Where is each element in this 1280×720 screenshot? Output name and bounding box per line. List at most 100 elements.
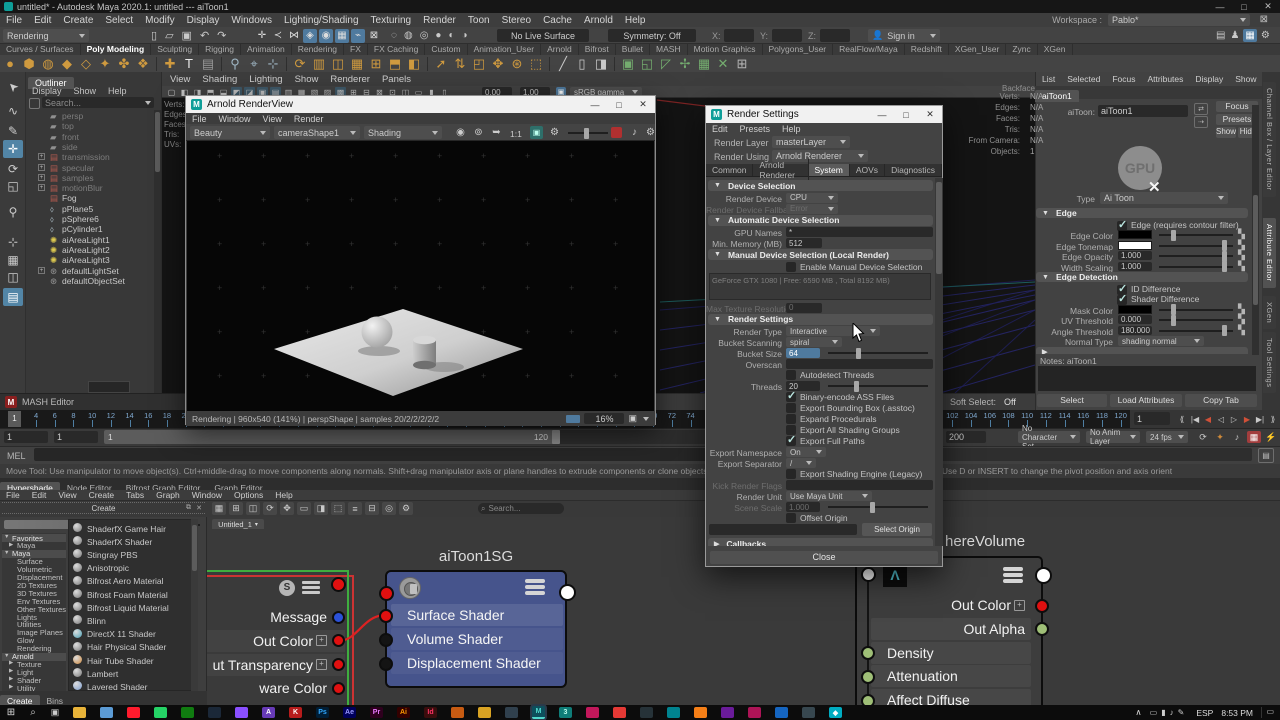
- hypershade-toolbar-icon[interactable]: ◫: [246, 502, 260, 515]
- snap-icon[interactable]: ◉: [319, 28, 333, 43]
- menu-item-display[interactable]: Display: [1189, 74, 1229, 84]
- menu-item-edit[interactable]: Edit: [28, 15, 57, 26]
- symmetry-field[interactable]: Symmetry: Off: [608, 29, 696, 42]
- sign-in-button[interactable]: 👤 Sign in: [868, 29, 940, 42]
- rs-section-automatic-device-selection[interactable]: ▼ Automatic Device Selection: [708, 214, 933, 226]
- taskbar-app-icon[interactable]: [127, 707, 140, 718]
- maximize-button[interactable]: □: [1232, 0, 1256, 13]
- ae-slider-mask-color[interactable]: [1159, 304, 1233, 315]
- ae-button-select[interactable]: Select: [1037, 394, 1107, 407]
- shelf-tab-polygons-user[interactable]: Polygons_User: [763, 44, 834, 55]
- rv-close-button[interactable]: ✕: [631, 96, 655, 113]
- current-frame-indicator[interactable]: 1: [8, 411, 21, 427]
- toolbar-icon[interactable]: ⚙: [1260, 30, 1271, 41]
- menu-item-options[interactable]: Options: [228, 490, 269, 500]
- render-settings-titlebar[interactable]: M Render Settings — □ ✕: [706, 106, 942, 123]
- aov-selector[interactable]: Beauty: [190, 126, 270, 139]
- rs-dropdown-render-device-fallback[interactable]: Error: [786, 203, 838, 214]
- outliner-item-pcylinder1[interactable]: pCylinder1: [62, 224, 103, 234]
- rs-checkbox-expand-procedurals[interactable]: [786, 414, 796, 424]
- node-header-port[interactable]: [379, 586, 394, 601]
- shelf-item-icon[interactable]: ➚: [433, 56, 449, 72]
- ae-slider-uv-threshold[interactable]: [1159, 314, 1233, 326]
- ae-slider-edge-tonemap[interactable]: [1159, 240, 1233, 251]
- shelf-item-icon[interactable]: ⬚: [528, 56, 544, 72]
- shelf-item-icon[interactable]: ⇅: [452, 56, 468, 72]
- shelf-item-icon[interactable]: ◱: [639, 56, 655, 72]
- outliner-tab[interactable]: Outliner: [28, 73, 74, 89]
- ae-color-swatch-edge-color[interactable]: [1118, 230, 1152, 239]
- material-item-layered-shader[interactable]: Layered Shader: [87, 682, 148, 690]
- workspace-lock-icon[interactable]: ⊠: [1260, 14, 1268, 25]
- snapshot-camera-icon[interactable]: ▣: [628, 413, 637, 424]
- tree-item-utility[interactable]: Utility: [17, 684, 35, 691]
- tree-arrow[interactable]: ▶: [9, 542, 13, 548]
- menu-item-edit[interactable]: Edit: [706, 124, 734, 134]
- hypershade-toolbar-icon[interactable]: ▭: [297, 502, 311, 515]
- menu-item-presets[interactable]: Presets: [734, 124, 777, 134]
- menu-item-cache[interactable]: Cache: [537, 15, 578, 26]
- shelf-tab-curves-surfaces[interactable]: Curves / Surfaces: [0, 44, 81, 55]
- outliner-item-motionblur[interactable]: motionBlur: [62, 183, 103, 193]
- shelf-item-icon[interactable]: ▥: [311, 56, 327, 72]
- ae-type-selector[interactable]: Ai Toon: [1100, 192, 1228, 204]
- shelf-tab-bullet[interactable]: Bullet: [616, 44, 651, 55]
- taskbar-app-icon[interactable]: 3: [559, 707, 572, 718]
- layout-panel[interactable]: ▤: [3, 288, 23, 306]
- expand-port-button[interactable]: +: [316, 635, 327, 647]
- shelf-item-icon[interactable]: ⚲: [227, 56, 243, 72]
- taskbar-app-icon[interactable]: ◆: [829, 707, 842, 718]
- tree-arrow[interactable]: ▼: [4, 534, 9, 540]
- menu-item-selected[interactable]: Selected: [1061, 74, 1106, 84]
- taskbar-app-icon[interactable]: Ps: [316, 707, 329, 718]
- playback-button[interactable]: ⟫: [1267, 412, 1279, 426]
- shelf-item-icon[interactable]: ◫: [330, 56, 346, 72]
- node-port[interactable]: [379, 608, 393, 623]
- task-view-icon[interactable]: ▣: [44, 705, 66, 720]
- taskbar-app-icon[interactable]: [451, 707, 464, 718]
- menu-item-display[interactable]: Display: [26, 86, 68, 96]
- taskbar-app-icon[interactable]: [613, 707, 626, 718]
- range-option-icon[interactable]: ✦: [1213, 431, 1227, 443]
- ae-field-angle-threshold[interactable]: 180.000: [1118, 325, 1152, 335]
- outliner-scrollbar[interactable]: [154, 110, 161, 393]
- material-item-lambert[interactable]: Lambert: [87, 669, 118, 679]
- display-mode-selector[interactable]: Shading: [364, 126, 442, 139]
- node-attr-density[interactable]: Density: [887, 642, 934, 664]
- node-port[interactable]: [332, 610, 345, 624]
- ae-map-button-angle-threshold[interactable]: ▚: [1238, 325, 1248, 335]
- node-attr-displacement-shader[interactable]: Displacement Shader: [407, 652, 541, 674]
- tree-arrow[interactable]: ▼: [4, 653, 9, 659]
- node-attr-out-alpha[interactable]: Out Alpha: [897, 618, 1026, 640]
- menu-item-graph[interactable]: Graph: [150, 490, 186, 500]
- material-item-bifrost-liquid-material[interactable]: Bifrost Liquid Material: [87, 603, 169, 613]
- rs-checkbox-autodetect-threads[interactable]: [786, 370, 796, 380]
- menu-item-file[interactable]: File: [0, 15, 28, 26]
- menu-item-tabs[interactable]: Tabs: [120, 490, 150, 500]
- menu-item-arnold[interactable]: Arnold: [578, 15, 619, 26]
- toolbar-icon[interactable]: ♟: [1229, 30, 1240, 41]
- node-attr-surface-shader[interactable]: Surface Shader: [407, 604, 504, 626]
- mash-editor-titlebar[interactable]: M MASH Editor: [0, 393, 185, 410]
- render-settings-window[interactable]: M Render Settings — □ ✕ Edit Presets Help …: [705, 105, 943, 567]
- shelf-item-icon[interactable]: ✕: [715, 56, 731, 72]
- shelf-item-icon[interactable]: ◇: [78, 56, 94, 72]
- ae-button-copy-tab[interactable]: Copy Tab: [1185, 394, 1257, 407]
- node-header-port[interactable]: [331, 577, 346, 592]
- toolbar-icon[interactable]: ▯: [150, 29, 158, 42]
- menu-item-panels[interactable]: Panels: [376, 74, 417, 85]
- rs-slider-bucket-size[interactable]: [828, 347, 928, 359]
- shelf-item-icon[interactable]: ▤: [200, 56, 216, 72]
- taskbar-app-icon[interactable]: Id: [424, 707, 437, 718]
- hypershade-toolbar-icon[interactable]: ⟳: [263, 502, 277, 515]
- ae-checkbox-edge-requires-contour-filter-[interactable]: [1117, 218, 1127, 231]
- anim-start-field[interactable]: 1: [4, 431, 48, 443]
- material-list-scrollbar[interactable]: [191, 519, 198, 691]
- shelf-item-icon[interactable]: ⊹: [265, 56, 281, 72]
- snap-icon[interactable]: ✛: [255, 29, 269, 43]
- menu-item-create[interactable]: Create: [83, 490, 121, 500]
- menu-item-file[interactable]: File: [0, 490, 26, 500]
- ae-dropdown-normal-type[interactable]: shading normal: [1118, 336, 1204, 346]
- taskbar-app-icon[interactable]: [154, 707, 167, 718]
- toolbar-icon[interactable]: ↶: [199, 29, 210, 42]
